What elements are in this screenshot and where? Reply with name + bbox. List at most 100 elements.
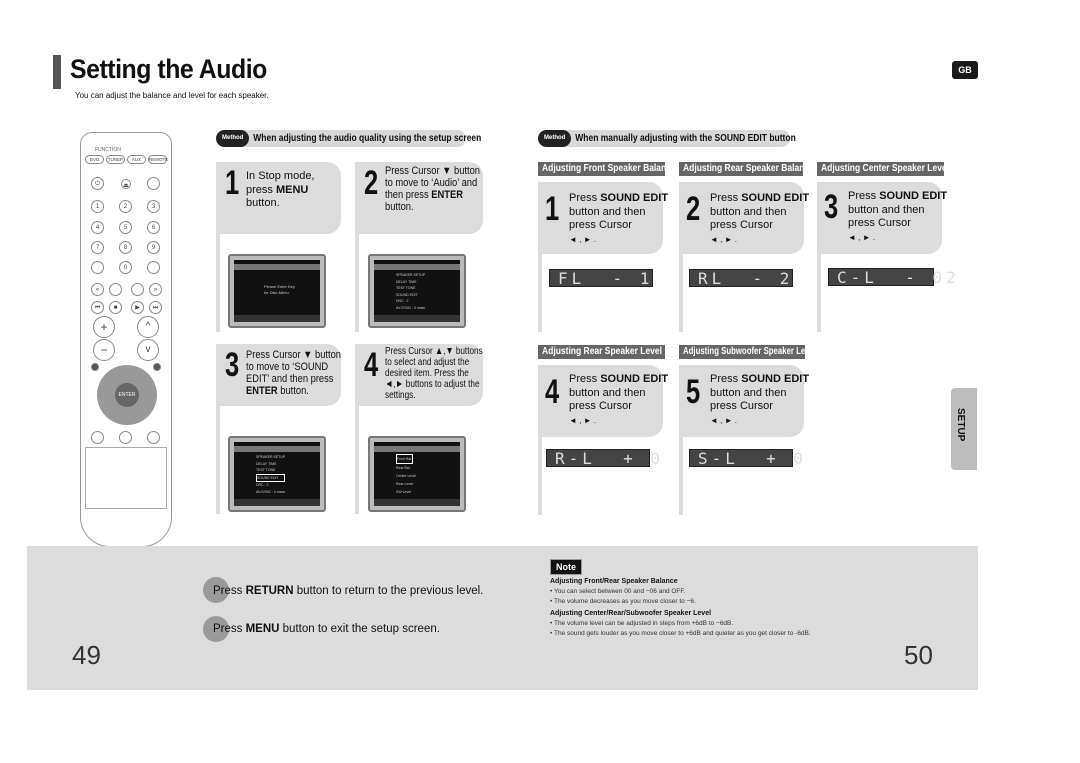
divider [355, 406, 359, 514]
page-number-left: 49 [72, 640, 101, 670]
method1-step-3: 3 Press Cursor ▼ button to move to ‘SOUN… [216, 344, 341, 406]
method2-step-1: 1 Press SOUND EDIT button and then press… [538, 182, 668, 254]
screen-footer [234, 499, 320, 506]
setup-screen-sound-edit: Front Bal. Rear Bal. Center Level Rear Leve… [368, 436, 466, 512]
remote-remote-button: REMOTE [148, 155, 169, 164]
method1-title: When adjusting the audio quality using t… [253, 133, 482, 144]
digit-7: 7 [91, 241, 104, 254]
section-header-center-level: Adjusting Center Speaker Level [817, 162, 949, 176]
remote-aux-button: AUX [127, 155, 146, 164]
language-badge: GB [952, 61, 978, 79]
setup-screen-audio: SPEAKER SETUP DELAY TIME TEST TONE SOUND ED… [368, 254, 466, 328]
menu-button-icon [91, 363, 99, 371]
method2-step-5: 5 Press SOUND EDIT button and then press… [679, 365, 809, 437]
rewind-icon: « [91, 283, 104, 296]
screen-settings-list: Front Bal. Rear Bal. Center Level Rear Leve… [396, 454, 416, 496]
note-content: Adjusting Front/Rear Speaker Balance • Y… [550, 578, 870, 637]
enter-button-icon: ENTER [115, 383, 139, 407]
method1-banner: Method 1 When adjusting the audio qualit… [216, 130, 482, 158]
note-item: • The sound gets louder as you move clos… [550, 630, 811, 637]
lcd-display-rear-balance: RL - 2 [689, 269, 793, 287]
screen-footer [374, 499, 460, 506]
digit-6: 6 [147, 221, 160, 234]
title-accent-bar [53, 55, 61, 89]
note-heading: Adjusting Front/Rear Speaker Balance [550, 578, 678, 585]
divider [538, 254, 542, 332]
step-text: Press SOUND EDIT button and then press C… [569, 373, 669, 425]
section-header-front-balance: Adjusting Front Speaker Balance [538, 162, 676, 176]
note-heading: Adjusting Center/Rear/Subwoofer Speaker … [550, 610, 712, 617]
cancel-button-icon [147, 261, 160, 274]
method1-step-2: 2 Press Cursor ▼ button to move to ‘Audi… [355, 162, 483, 234]
step-text: Press Cursor ▼ button to move to ‘SOUND … [246, 349, 342, 397]
method2-step-4: 4 Press SOUND EDIT button and then press… [538, 365, 668, 437]
dpad-icon: ENTER [97, 365, 157, 425]
step-text: In Stop mode, press MENU button. [246, 170, 315, 209]
section-tab-label: SETUP [955, 408, 966, 442]
digit-4: 4 [91, 221, 104, 234]
lcd-display-center-level: C-L - 02 [828, 268, 956, 286]
info-button-icon [91, 431, 104, 444]
subtitle-button-icon [147, 431, 160, 444]
sleep-button-icon [147, 177, 160, 190]
method2-title: When manually adjusting with the SOUND E… [575, 133, 797, 144]
screen-header [234, 446, 320, 452]
menu-instruction: Press MENU button to exit the setup scre… [213, 623, 440, 635]
digit-2: 2 [119, 200, 132, 213]
lcd-display-subwoofer-level: S-L + 0 [689, 449, 803, 467]
method1-badge: Method 1 [216, 130, 250, 158]
digit-5: 5 [119, 221, 132, 234]
digit-1: 1 [91, 200, 104, 213]
note-badge: Note [550, 559, 582, 575]
remaining-button-icon [91, 261, 104, 274]
page-subtitle: You can adjust the balance and level for… [75, 91, 269, 100]
note-item: • You can select between 00 and −06 and … [550, 588, 686, 595]
section-header-subwoofer-level: Adjusting Subwoofer Speaker Level [679, 345, 816, 359]
divider [216, 406, 220, 514]
eject-icon: ⏏ [121, 179, 131, 189]
volume-up-icon: + [93, 316, 115, 338]
repeat-button-icon [131, 283, 144, 296]
method1-step-4: 4 Press Cursor ▲,▼ buttons to select and… [355, 344, 483, 406]
step-text: Press Cursor ▼ button to move to ‘Audio’… [385, 165, 481, 213]
note-item: • The volume level can be adjusted in st… [550, 620, 734, 627]
step-number: 4 [364, 346, 379, 384]
divider [817, 254, 821, 332]
return-button-icon [153, 363, 161, 371]
power-icon: ⏻ [91, 177, 104, 190]
step-button-icon [109, 283, 122, 296]
setup-screen-disc-menu: Please Enter Key for Disc Menu [228, 254, 326, 328]
method2-badge: Method 2 [538, 130, 572, 158]
method1-step-1: 1 In Stop mode, press MENU button. [216, 162, 341, 234]
tuning-down-icon: v [137, 339, 159, 361]
remote-function-buttons: DVD TUNER AUX REMOTE [85, 155, 169, 164]
screen-message: Please Enter Key for Disc Menu [264, 284, 295, 295]
digit-0: 0 [119, 261, 132, 274]
step-number: 1 [545, 190, 560, 228]
section-tab-setup[interactable]: SETUP [951, 388, 977, 470]
audio-button-icon [119, 431, 132, 444]
section-header-rear-level: Adjusting Rear Speaker Level [538, 345, 665, 359]
step-text: Press SOUND EDIT button and then press C… [710, 192, 810, 244]
note-item: • The volume decreases as you move close… [550, 598, 696, 605]
remote-dvd-button: DVD [85, 155, 104, 164]
method2-step-3: 3 Press SOUND EDIT button and then press… [817, 182, 947, 254]
step-number: 2 [686, 190, 701, 228]
step-number: 1 [225, 164, 240, 202]
remote-function-label: FUNCTION [95, 147, 121, 153]
section-header-rear-balance: Adjusting Rear Speaker Balance [679, 162, 814, 176]
lcd-display-front-balance: FL - 1 [549, 269, 653, 287]
step-number: 5 [686, 373, 701, 411]
divider [679, 437, 683, 515]
page-title: Setting the Audio [70, 54, 267, 84]
lcd-display-rear-level: R-L + 0 [546, 449, 660, 467]
step-text: Press SOUND EDIT button and then press C… [710, 373, 810, 425]
fast-forward-icon: » [149, 283, 162, 296]
method2-step-2: 2 Press SOUND EDIT button and then press… [679, 182, 809, 254]
skip-back-icon: ⏮ [91, 301, 104, 314]
volume-down-icon: − [93, 339, 115, 361]
page-number-right: 50 [904, 640, 933, 670]
screen-menu-list: SPEAKER SETUP DELAY TIME TEST TONE SOUND ED… [396, 273, 426, 310]
method2-banner: Method 2 When manually adjusting with th… [538, 130, 796, 158]
screen-header [234, 264, 320, 270]
